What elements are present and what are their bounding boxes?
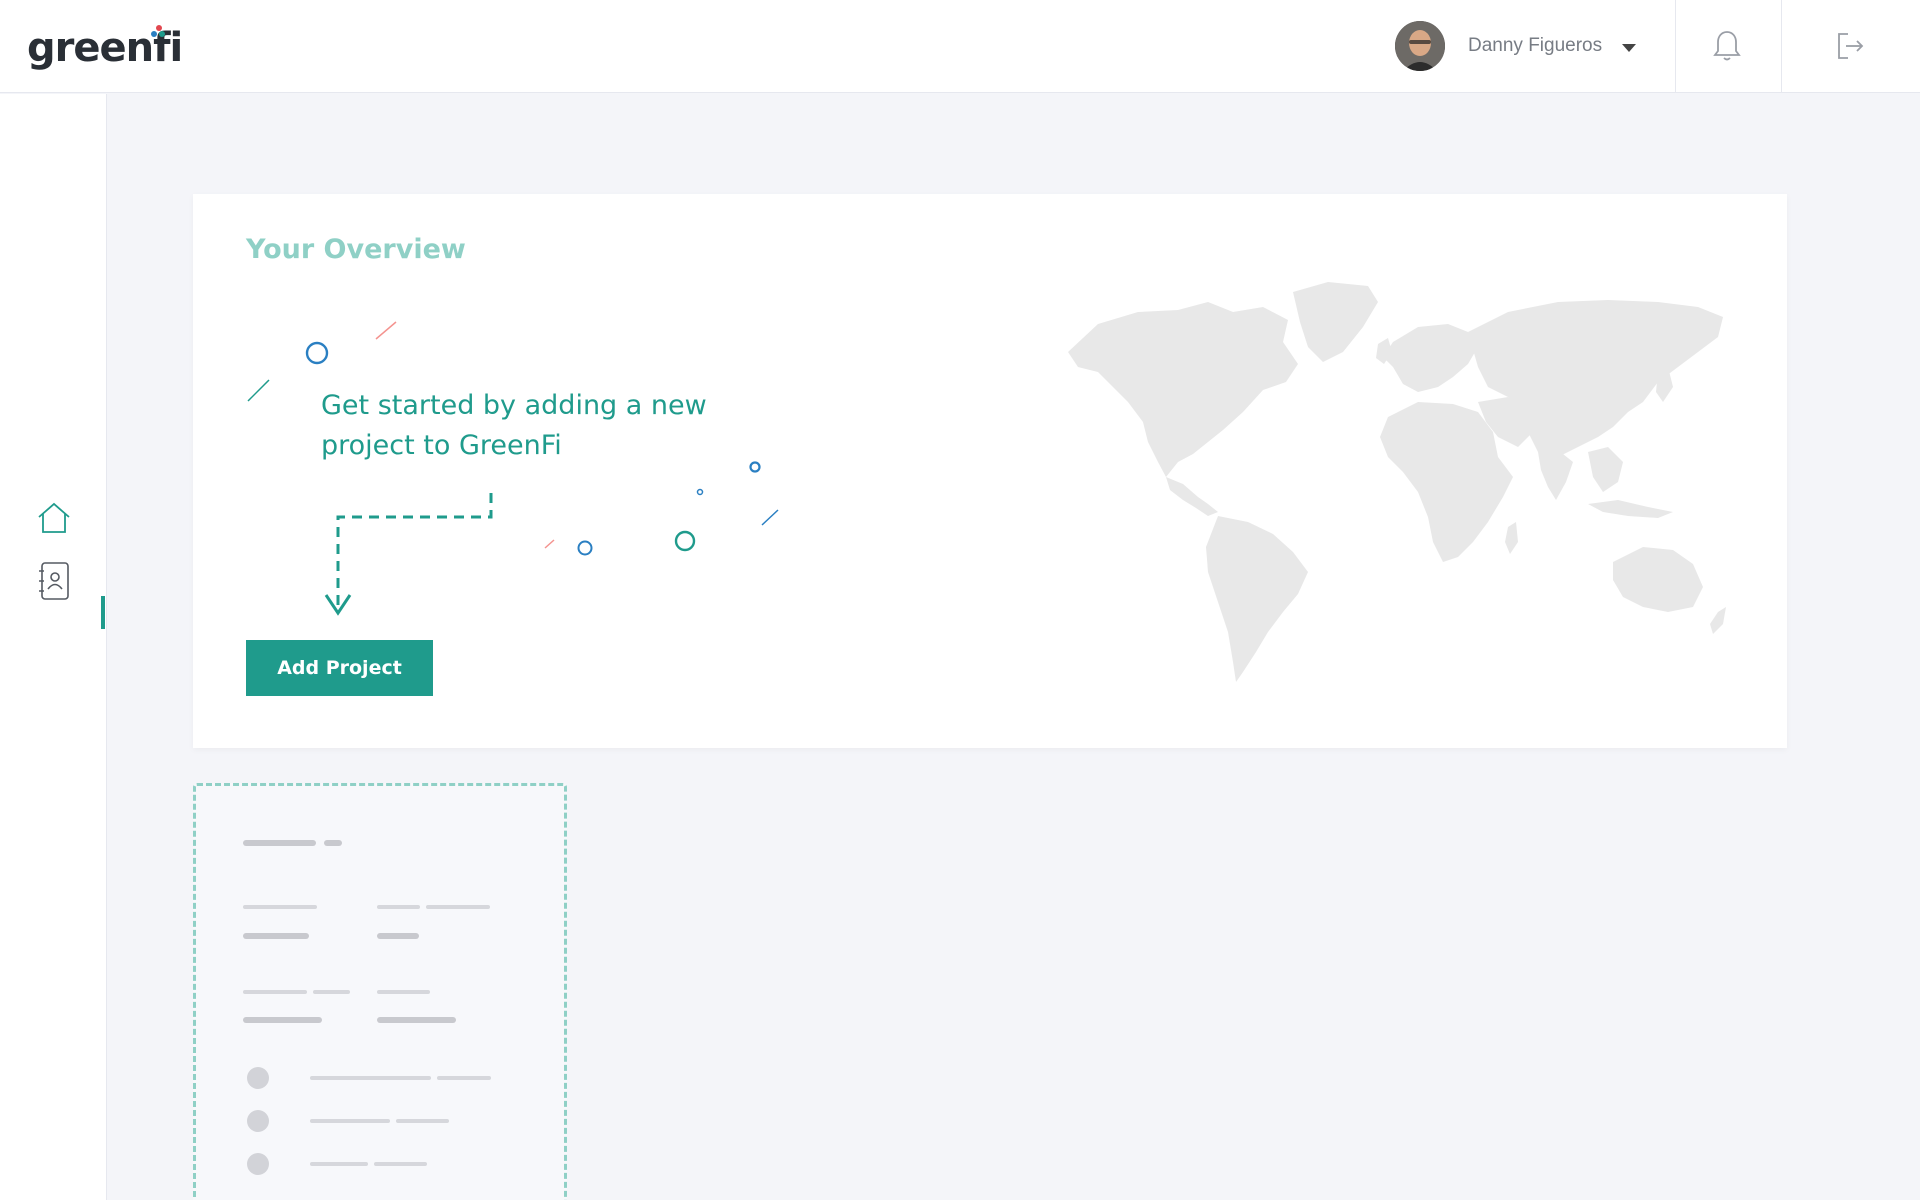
avatar[interactable]	[1395, 21, 1445, 71]
placeholder-line	[377, 933, 419, 939]
placeholder-line	[243, 990, 307, 994]
placeholder-line	[243, 905, 317, 909]
placeholder-dot	[247, 1110, 269, 1132]
placeholder-line	[437, 1076, 491, 1080]
placeholder-line	[310, 1162, 368, 1166]
header-divider	[1781, 0, 1782, 93]
get-started-headline: Get started by adding a new project to G…	[321, 390, 707, 461]
caret-down-icon[interactable]	[1622, 43, 1637, 52]
bell-icon[interactable]	[1709, 28, 1745, 64]
placeholder-line	[324, 840, 342, 846]
active-indicator	[101, 596, 105, 629]
logo-dots-icon	[151, 25, 165, 37]
logout-icon[interactable]	[1832, 28, 1868, 64]
placeholder-line	[374, 1162, 427, 1166]
placeholder-line	[426, 905, 490, 909]
placeholder-project-card[interactable]	[193, 783, 567, 1200]
placeholder-line	[377, 990, 430, 994]
avatar-image	[1395, 21, 1445, 71]
placeholder-line	[243, 1017, 322, 1023]
user-menu[interactable]: Danny Figueros	[1395, 20, 1637, 72]
home-icon	[38, 502, 70, 533]
contacts-icon	[39, 562, 69, 600]
placeholder-dot	[247, 1153, 269, 1175]
placeholder-line	[243, 840, 316, 846]
placeholder-line	[243, 933, 309, 939]
placeholder-line	[310, 1076, 431, 1080]
user-name[interactable]: Danny Figueros	[1468, 35, 1602, 57]
sidebar	[0, 94, 107, 1200]
top-header: greenfi Danny Figueros	[0, 0, 1920, 93]
placeholder-line	[377, 905, 420, 909]
sidebar-item-contacts[interactable]	[34, 561, 74, 601]
greenfi-logo[interactable]: greenfi	[27, 24, 183, 72]
world-map	[1068, 282, 1726, 682]
placeholder-dot	[247, 1067, 269, 1089]
header-divider	[1675, 0, 1676, 93]
placeholder-line	[396, 1119, 449, 1123]
placeholder-line	[310, 1119, 390, 1123]
placeholder-line	[313, 990, 350, 994]
sidebar-item-home[interactable]	[34, 498, 74, 538]
placeholder-line	[377, 1017, 456, 1023]
add-project-button[interactable]: Add Project	[246, 640, 433, 696]
overview-card: Your Overview Get started by adding a ne…	[193, 194, 1787, 748]
